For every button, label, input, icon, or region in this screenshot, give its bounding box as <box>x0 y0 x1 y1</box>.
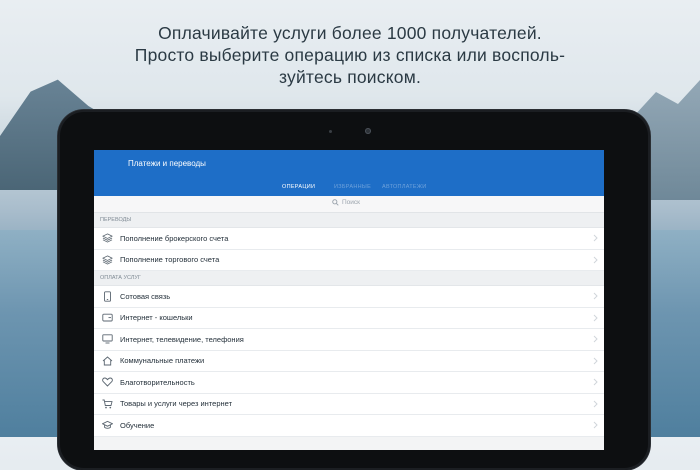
shopping-cart-icon <box>98 398 116 410</box>
chevron-right-icon <box>593 357 598 364</box>
chevron-right-icon <box>593 256 598 263</box>
promo-line-3: зуйтесь поиском. <box>278 67 422 87</box>
page-title: Платежи и переводы <box>128 159 206 168</box>
list-item-broker-account[interactable]: Пополнение брокерского счета <box>94 228 604 250</box>
app-header: Платежи и переводы ОПЕРАЦИИ ИЗБРАННЫЕ АВ… <box>94 150 604 196</box>
list-item-charity[interactable]: Благотворительность <box>94 372 604 394</box>
list-item-education[interactable]: Обучение <box>94 415 604 437</box>
list-item-online-shopping[interactable]: Товары и услуги через интернет <box>94 393 604 415</box>
search-bar[interactable]: Поиск <box>94 196 604 213</box>
list-item-trading-account[interactable]: Пополнение торгового счета <box>94 249 604 271</box>
search-placeholder: Поиск <box>342 199 361 206</box>
tab-autopayments[interactable]: АВТОПЛАТЕЖИ <box>382 184 427 190</box>
list-item-label: Обучение <box>120 420 155 430</box>
tablet-device: Платежи и переводы ОПЕРАЦИИ ИЗБРАННЫЕ АВ… <box>58 110 650 470</box>
promo-headline: Оплачивайте услуги более 1000 получателе… <box>0 22 700 88</box>
list-item-utilities[interactable]: Коммунальные платежи <box>94 350 604 372</box>
list-item-label: Коммунальные платежи <box>120 356 205 366</box>
layers-icon <box>98 254 116 266</box>
list-item-label: Благотворительность <box>120 377 195 387</box>
section-header-transfers: ПЕРЕВОДЫ <box>94 213 604 228</box>
monitor-icon <box>98 333 116 345</box>
list-item-label: Интернет - кошельки <box>120 313 193 323</box>
list-item-label: Пополнение торгового счета <box>120 255 220 265</box>
list-item-e-wallets[interactable]: Интернет - кошельки <box>94 307 604 329</box>
house-icon <box>98 355 116 367</box>
list-item-label: Пополнение брокерского счета <box>120 233 229 243</box>
heart-icon <box>98 376 116 388</box>
app-screen: Платежи и переводы ОПЕРАЦИИ ИЗБРАННЫЕ АВ… <box>94 150 604 450</box>
list-item-label: Сотовая связь <box>120 291 171 301</box>
tab-operations[interactable]: ОПЕРАЦИИ <box>282 184 315 190</box>
search-icon <box>332 199 339 206</box>
list-item-internet-tv-phone[interactable]: Интернет, телевидение, телефония <box>94 329 604 351</box>
front-camera <box>365 128 371 134</box>
list-item-label: Интернет, телевидение, телефония <box>120 334 244 344</box>
list-item-mobile[interactable]: Сотовая связь <box>94 286 604 308</box>
chevron-right-icon <box>593 292 598 300</box>
promo-line-2: Просто выберите операцию из списка или в… <box>134 45 566 65</box>
section-header-services: ОПЛАТА УСЛУГ <box>94 271 604 286</box>
chevron-right-icon <box>593 400 598 407</box>
chevron-right-icon <box>593 314 598 321</box>
tab-favorites[interactable]: ИЗБРАННЫЕ <box>334 184 371 190</box>
chevron-right-icon <box>593 378 598 386</box>
list-item-label: Товары и услуги через интернет <box>120 399 233 409</box>
sensor-dot <box>329 130 332 133</box>
promo-line-1: Оплачивайте услуги более 1000 получателе… <box>158 23 542 43</box>
search-input[interactable]: Поиск <box>332 199 360 206</box>
layers-icon <box>98 232 116 244</box>
chevron-right-icon <box>593 421 598 429</box>
chevron-right-icon <box>593 335 598 343</box>
mobile-phone-icon <box>98 290 116 302</box>
chevron-right-icon <box>593 234 598 242</box>
wallet-icon <box>98 312 116 324</box>
graduation-cap-icon <box>98 419 116 431</box>
tab-bar: ОПЕРАЦИИ ИЗБРАННЫЕ АВТОПЛАТЕЖИ <box>94 180 604 196</box>
